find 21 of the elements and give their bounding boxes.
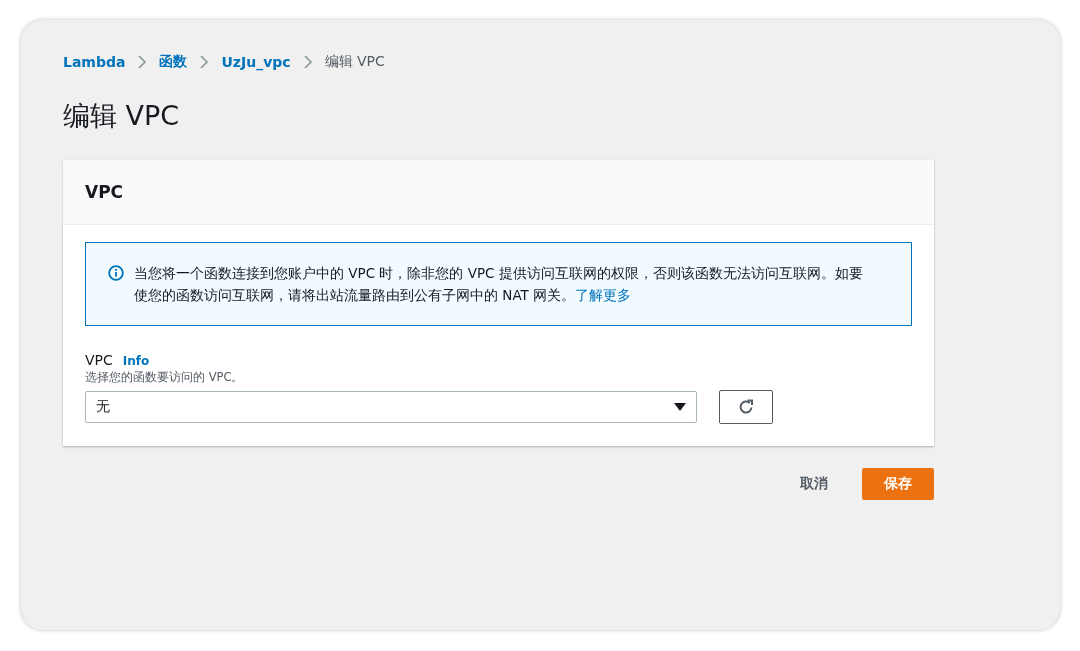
learn-more-link[interactable]: 了解更多 [575,287,632,303]
breadcrumb-link[interactable]: Lambda [63,54,126,70]
breadcrumb-current: 编辑 VPC [324,53,385,71]
chevron-right-icon [137,55,148,69]
breadcrumb-link[interactable]: 函数 [159,53,188,71]
chevron-right-icon [199,55,210,69]
alert-message: 当您将一个函数连接到您账户中的 VPC 时，除非您的 VPC 提供访问互联网的权限，否则该函数无法访问互联网。如要使您的函数访问互联网，请将出站流量路由到公有子网中的 NAT 网关。了解更多 [134,264,864,305]
dropdown-caret-icon [674,403,686,411]
save-button[interactable]: 保存 [862,468,934,500]
panel-title: VPC [85,182,124,202]
breadcrumb-link[interactable]: UzJu_vpc [221,54,291,70]
refresh-icon [737,398,755,416]
refresh-button[interactable] [719,390,773,424]
page-title: 编辑 VPC [63,99,181,133]
info-icon [108,265,124,281]
cancel-button[interactable]: 取消 [800,468,828,500]
field-label: VPC [85,352,113,368]
info-link[interactable]: Info [122,354,150,368]
field-description: 选择您的函数要访问的 VPC。 [85,370,245,385]
vpc-select[interactable]: 无 [85,391,697,423]
chevron-right-icon [302,55,313,69]
